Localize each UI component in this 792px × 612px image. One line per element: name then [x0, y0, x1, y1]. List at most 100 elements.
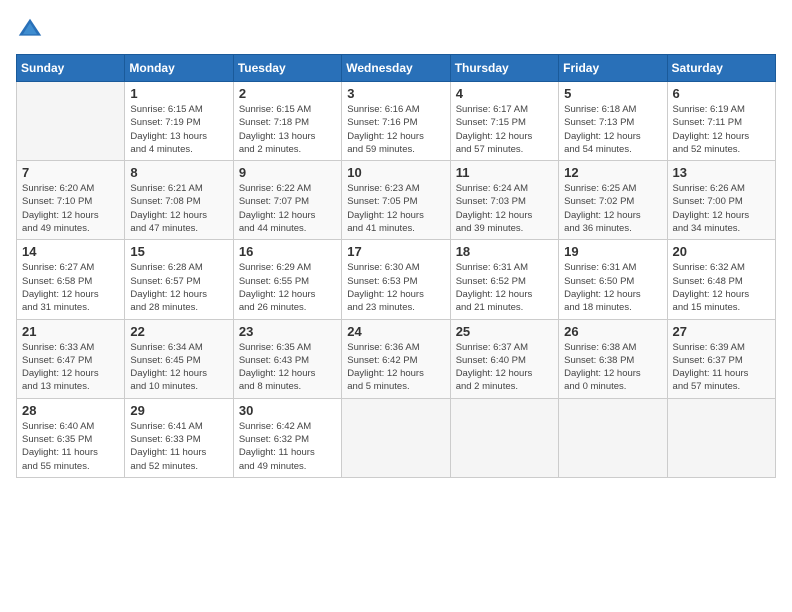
day-number: 2 [239, 86, 336, 101]
day-info: Sunrise: 6:15 AMSunset: 7:19 PMDaylight:… [130, 103, 227, 156]
calendar-cell: 21 Sunrise: 6:33 AMSunset: 6:47 PMDayligh… [17, 319, 125, 398]
header-friday: Friday [559, 55, 667, 82]
calendar-cell [667, 398, 775, 477]
day-number: 16 [239, 244, 336, 259]
calendar-cell [559, 398, 667, 477]
day-info: Sunrise: 6:35 AMSunset: 6:43 PMDaylight:… [239, 341, 336, 394]
calendar-table: SundayMondayTuesdayWednesdayThursdayFrid… [16, 54, 776, 478]
calendar-cell: 23 Sunrise: 6:35 AMSunset: 6:43 PMDayligh… [233, 319, 341, 398]
calendar-cell: 4 Sunrise: 6:17 AMSunset: 7:15 PMDaylight… [450, 82, 558, 161]
day-number: 20 [673, 244, 770, 259]
calendar-cell: 22 Sunrise: 6:34 AMSunset: 6:45 PMDayligh… [125, 319, 233, 398]
day-number: 24 [347, 324, 444, 339]
day-number: 6 [673, 86, 770, 101]
header-wednesday: Wednesday [342, 55, 450, 82]
day-number: 1 [130, 86, 227, 101]
day-number: 29 [130, 403, 227, 418]
day-info: Sunrise: 6:29 AMSunset: 6:55 PMDaylight:… [239, 261, 336, 314]
day-number: 23 [239, 324, 336, 339]
day-info: Sunrise: 6:20 AMSunset: 7:10 PMDaylight:… [22, 182, 119, 235]
page-header [16, 16, 776, 44]
calendar-cell: 20 Sunrise: 6:32 AMSunset: 6:48 PMDayligh… [667, 240, 775, 319]
calendar-cell: 26 Sunrise: 6:38 AMSunset: 6:38 PMDayligh… [559, 319, 667, 398]
header-saturday: Saturday [667, 55, 775, 82]
calendar-cell: 9 Sunrise: 6:22 AMSunset: 7:07 PMDaylight… [233, 161, 341, 240]
day-info: Sunrise: 6:17 AMSunset: 7:15 PMDaylight:… [456, 103, 553, 156]
day-number: 8 [130, 165, 227, 180]
day-info: Sunrise: 6:36 AMSunset: 6:42 PMDaylight:… [347, 341, 444, 394]
calendar-week-row: 14 Sunrise: 6:27 AMSunset: 6:58 PMDayligh… [17, 240, 776, 319]
calendar-cell: 3 Sunrise: 6:16 AMSunset: 7:16 PMDaylight… [342, 82, 450, 161]
calendar-cell: 6 Sunrise: 6:19 AMSunset: 7:11 PMDaylight… [667, 82, 775, 161]
calendar-cell: 8 Sunrise: 6:21 AMSunset: 7:08 PMDaylight… [125, 161, 233, 240]
day-number: 12 [564, 165, 661, 180]
calendar-cell: 7 Sunrise: 6:20 AMSunset: 7:10 PMDaylight… [17, 161, 125, 240]
calendar-cell: 5 Sunrise: 6:18 AMSunset: 7:13 PMDaylight… [559, 82, 667, 161]
day-number: 11 [456, 165, 553, 180]
day-info: Sunrise: 6:23 AMSunset: 7:05 PMDaylight:… [347, 182, 444, 235]
day-info: Sunrise: 6:18 AMSunset: 7:13 PMDaylight:… [564, 103, 661, 156]
day-number: 15 [130, 244, 227, 259]
day-number: 26 [564, 324, 661, 339]
day-number: 10 [347, 165, 444, 180]
header-sunday: Sunday [17, 55, 125, 82]
calendar-cell: 15 Sunrise: 6:28 AMSunset: 6:57 PMDayligh… [125, 240, 233, 319]
calendar-week-row: 28 Sunrise: 6:40 AMSunset: 6:35 PMDayligh… [17, 398, 776, 477]
calendar-cell: 1 Sunrise: 6:15 AMSunset: 7:19 PMDaylight… [125, 82, 233, 161]
calendar-cell: 19 Sunrise: 6:31 AMSunset: 6:50 PMDayligh… [559, 240, 667, 319]
calendar-cell: 17 Sunrise: 6:30 AMSunset: 6:53 PMDayligh… [342, 240, 450, 319]
header-thursday: Thursday [450, 55, 558, 82]
day-info: Sunrise: 6:40 AMSunset: 6:35 PMDaylight:… [22, 420, 119, 473]
calendar-cell: 16 Sunrise: 6:29 AMSunset: 6:55 PMDayligh… [233, 240, 341, 319]
day-info: Sunrise: 6:34 AMSunset: 6:45 PMDaylight:… [130, 341, 227, 394]
day-number: 28 [22, 403, 119, 418]
day-number: 3 [347, 86, 444, 101]
day-info: Sunrise: 6:37 AMSunset: 6:40 PMDaylight:… [456, 341, 553, 394]
day-info: Sunrise: 6:39 AMSunset: 6:37 PMDaylight:… [673, 341, 770, 394]
day-number: 7 [22, 165, 119, 180]
calendar-cell: 18Sunrise: 6:31 AMSunset: 6:52 PMDayligh… [450, 240, 558, 319]
calendar-cell: 30 Sunrise: 6:42 AMSunset: 6:32 PMDayligh… [233, 398, 341, 477]
day-number: 27 [673, 324, 770, 339]
day-info: Sunrise: 6:16 AMSunset: 7:16 PMDaylight:… [347, 103, 444, 156]
calendar-cell: 11 Sunrise: 6:24 AMSunset: 7:03 PMDayligh… [450, 161, 558, 240]
calendar-week-row: 7 Sunrise: 6:20 AMSunset: 7:10 PMDaylight… [17, 161, 776, 240]
day-number: 19 [564, 244, 661, 259]
calendar-cell: 10 Sunrise: 6:23 AMSunset: 7:05 PMDayligh… [342, 161, 450, 240]
day-number: 4 [456, 86, 553, 101]
day-info: Sunrise: 6:19 AMSunset: 7:11 PMDaylight:… [673, 103, 770, 156]
calendar-cell: 25 Sunrise: 6:37 AMSunset: 6:40 PMDayligh… [450, 319, 558, 398]
day-info: Sunrise: 6:33 AMSunset: 6:47 PMDaylight:… [22, 341, 119, 394]
logo [16, 16, 48, 44]
day-info: Sunrise: 6:27 AMSunset: 6:58 PMDaylight:… [22, 261, 119, 314]
calendar-cell [342, 398, 450, 477]
day-number: 25 [456, 324, 553, 339]
day-number: 14 [22, 244, 119, 259]
day-number: 22 [130, 324, 227, 339]
day-number: 5 [564, 86, 661, 101]
calendar-cell: 28 Sunrise: 6:40 AMSunset: 6:35 PMDayligh… [17, 398, 125, 477]
day-info: Sunrise: 6:28 AMSunset: 6:57 PMDaylight:… [130, 261, 227, 314]
day-number: 21 [22, 324, 119, 339]
day-number: 9 [239, 165, 336, 180]
day-info: Sunrise: 6:42 AMSunset: 6:32 PMDaylight:… [239, 420, 336, 473]
day-info: Sunrise: 6:38 AMSunset: 6:38 PMDaylight:… [564, 341, 661, 394]
calendar-header-row: SundayMondayTuesdayWednesdayThursdayFrid… [17, 55, 776, 82]
day-info: Sunrise: 6:31 AMSunset: 6:50 PMDaylight:… [564, 261, 661, 314]
day-number: 30 [239, 403, 336, 418]
day-info: Sunrise: 6:26 AMSunset: 7:00 PMDaylight:… [673, 182, 770, 235]
day-number: 17 [347, 244, 444, 259]
day-info: Sunrise: 6:22 AMSunset: 7:07 PMDaylight:… [239, 182, 336, 235]
day-info: Sunrise: 6:24 AMSunset: 7:03 PMDaylight:… [456, 182, 553, 235]
calendar-cell: 29Sunrise: 6:41 AMSunset: 6:33 PMDayligh… [125, 398, 233, 477]
day-info: Sunrise: 6:32 AMSunset: 6:48 PMDaylight:… [673, 261, 770, 314]
day-info: Sunrise: 6:25 AMSunset: 7:02 PMDaylight:… [564, 182, 661, 235]
day-info: Sunrise: 6:15 AMSunset: 7:18 PMDaylight:… [239, 103, 336, 156]
day-info: Sunrise: 6:30 AMSunset: 6:53 PMDaylight:… [347, 261, 444, 314]
header-tuesday: Tuesday [233, 55, 341, 82]
calendar-cell: 14 Sunrise: 6:27 AMSunset: 6:58 PMDayligh… [17, 240, 125, 319]
day-info: Sunrise: 6:21 AMSunset: 7:08 PMDaylight:… [130, 182, 227, 235]
calendar-cell: 27 Sunrise: 6:39 AMSunset: 6:37 PMDayligh… [667, 319, 775, 398]
day-number: 18 [456, 244, 553, 259]
calendar-cell: 12 Sunrise: 6:25 AMSunset: 7:02 PMDayligh… [559, 161, 667, 240]
